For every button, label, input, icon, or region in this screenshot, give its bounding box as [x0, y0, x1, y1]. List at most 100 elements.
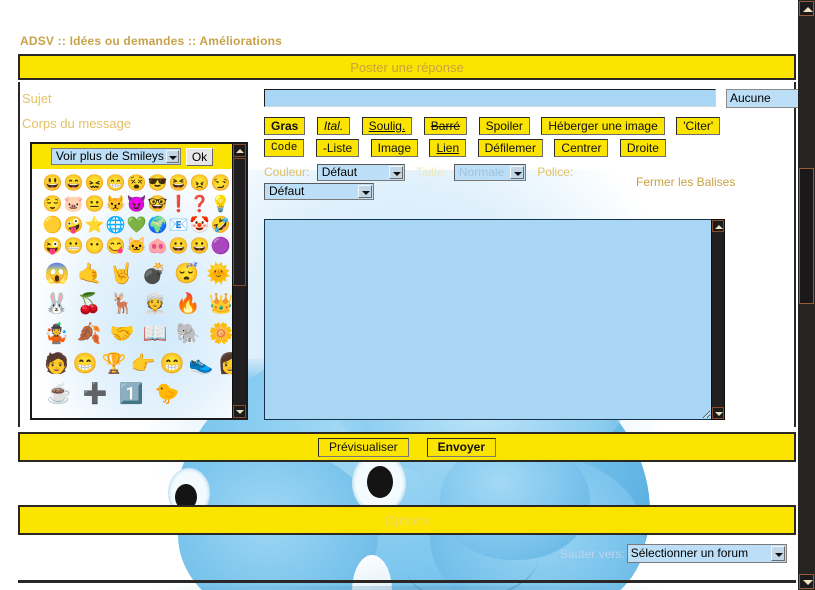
scroll-up-arrow-icon[interactable]: [233, 144, 246, 157]
smiley-icon[interactable]: 🌼: [209, 319, 232, 349]
bbcode-strike-button[interactable]: Barré: [423, 117, 468, 135]
bbcode-list-button[interactable]: -Liste: [315, 139, 360, 157]
smiley-icon[interactable]: 😁: [105, 173, 126, 194]
smiley-icon[interactable]: 😬: [63, 236, 84, 257]
smiley-icon[interactable]: 😵: [126, 173, 147, 194]
scrollbar-thumb[interactable]: [799, 168, 814, 304]
bbcode-center-button[interactable]: Centrer: [554, 139, 609, 157]
smiley-icon[interactable]: 😃: [42, 173, 63, 194]
smiley-icon[interactable]: 😠: [189, 173, 210, 194]
smiley-icon[interactable]: 🌐: [105, 215, 126, 236]
smiley-icon[interactable]: 😜: [42, 236, 63, 257]
preview-button[interactable]: Prévisualiser: [317, 437, 409, 457]
bbcode-marquee-button[interactable]: Défilemer: [477, 139, 543, 157]
smiley-icon[interactable]: 👑: [209, 289, 232, 319]
subject-input[interactable]: [264, 89, 716, 107]
bbcode-italic-button[interactable]: Ital.: [316, 117, 351, 135]
message-textarea-scrollbar[interactable]: [711, 219, 725, 420]
smiley-icon[interactable]: 🍒: [77, 289, 102, 319]
smiley-icon[interactable]: 🤡: [189, 215, 210, 236]
smiley-icon[interactable]: 🐰: [44, 289, 69, 319]
smiley-icon[interactable]: 👳: [143, 289, 168, 319]
smiley-icon[interactable]: 😁: [160, 349, 185, 379]
smiley-icon[interactable]: 😶: [84, 236, 105, 257]
more-smileys-select[interactable]: Voir plus de Smileys: [50, 148, 181, 165]
smiley-icon[interactable]: 😆: [168, 173, 189, 194]
smiley-icon[interactable]: 🍂: [77, 319, 102, 349]
color-select[interactable]: Défaut: [316, 164, 405, 181]
smiley-icon[interactable]: 😈: [126, 194, 147, 215]
submit-button[interactable]: Envoyer: [426, 437, 497, 457]
smiley-icon[interactable]: 😀: [189, 236, 210, 257]
bbcode-bold-button[interactable]: Gras: [264, 117, 306, 135]
smiley-icon[interactable]: 😏: [210, 173, 231, 194]
scroll-up-arrow-icon[interactable]: [712, 220, 724, 232]
scrollbar-thumb[interactable]: [233, 158, 246, 286]
smiley-icon[interactable]: 👟: [189, 349, 214, 379]
close-tags-link[interactable]: Fermer les Balises: [636, 175, 735, 189]
bbcode-spoiler-button[interactable]: Spoiler: [478, 117, 530, 135]
smiley-icon[interactable]: 😴: [173, 259, 199, 289]
smiley-icon[interactable]: ⭐: [84, 215, 105, 236]
smiley-icon[interactable]: 1️⃣: [116, 379, 146, 409]
smiley-icon[interactable]: 😌: [42, 194, 63, 215]
smiley-icon[interactable]: 😋: [105, 236, 126, 257]
smiley-icon[interactable]: ☕: [44, 379, 74, 409]
smiley-icon[interactable]: 👉: [131, 349, 156, 379]
smiley-icon[interactable]: 😐: [84, 194, 105, 215]
bbcode-link-button[interactable]: Lien: [429, 139, 467, 157]
smiley-icon[interactable]: 💣: [141, 259, 167, 289]
bbcode-code-button[interactable]: Code: [264, 139, 305, 157]
scroll-up-arrow-icon[interactable]: [799, 1, 814, 16]
smiley-icon[interactable]: 💡: [210, 194, 231, 215]
smiley-icon[interactable]: 🤘: [109, 259, 135, 289]
smiley-icon[interactable]: 🌞: [206, 259, 232, 289]
smiley-icon[interactable]: 🤣: [210, 215, 231, 236]
smiley-icon[interactable]: 🏆: [102, 349, 127, 379]
smiley-icon[interactable]: 🐷: [63, 194, 84, 215]
smiley-icon[interactable]: 🟡: [42, 215, 63, 236]
scroll-down-arrow-icon[interactable]: [799, 574, 814, 589]
bbcode-underline-button[interactable]: Soulig.: [361, 117, 413, 135]
smiley-icon[interactable]: 🐘: [176, 319, 201, 349]
smiley-ok-button[interactable]: Ok: [185, 147, 214, 166]
smiley-icon[interactable]: 😀: [168, 236, 189, 257]
smiley-icon[interactable]: 🐽: [147, 236, 168, 257]
breadcrumb-text[interactable]: ADSV :: Idées ou demandes :: Amélioratio…: [20, 34, 282, 48]
smiley-icon[interactable]: 😄: [63, 173, 84, 194]
jump-to-select[interactable]: Sélectionner un forum: [626, 544, 787, 563]
font-select[interactable]: Défaut: [264, 183, 374, 200]
window-scrollbar[interactable]: [798, 0, 815, 590]
scroll-down-arrow-icon[interactable]: [233, 405, 246, 418]
bbcode-quote-button[interactable]: 'Citer': [676, 117, 721, 135]
smiley-icon[interactable]: 🔥: [176, 289, 201, 319]
bbcode-image-button[interactable]: Image: [370, 139, 419, 157]
smiley-icon[interactable]: 🐱: [126, 236, 147, 257]
smiley-icon[interactable]: 😾: [105, 194, 126, 215]
smiley-icon[interactable]: ➕: [80, 379, 110, 409]
size-select[interactable]: Normale: [453, 164, 526, 181]
message-textarea[interactable]: [264, 219, 711, 420]
smiley-icon[interactable]: 🤝: [110, 319, 135, 349]
smiley-icon[interactable]: 🤹: [44, 319, 69, 349]
smiley-icon[interactable]: 👩: [217, 349, 232, 379]
smiley-icon[interactable]: ❓: [189, 194, 210, 215]
smiley-panel-scrollbar[interactable]: [232, 144, 246, 418]
smiley-icon[interactable]: 🟣: [210, 236, 231, 257]
smiley-icon[interactable]: 🤙: [76, 259, 102, 289]
smiley-icon[interactable]: 🦌: [110, 289, 135, 319]
smiley-icon[interactable]: 😎: [147, 173, 168, 194]
smiley-icon[interactable]: 📧: [168, 215, 189, 236]
smiley-icon[interactable]: 💚: [126, 215, 147, 236]
smiley-icon[interactable]: 😁: [73, 349, 98, 379]
smiley-icon[interactable]: 📖: [143, 319, 168, 349]
bbcode-host-image-button[interactable]: Héberger une image: [541, 117, 665, 135]
scroll-down-arrow-icon[interactable]: [712, 407, 724, 419]
smiley-icon[interactable]: 🧑: [44, 349, 69, 379]
smiley-icon[interactable]: 😖: [84, 173, 105, 194]
smiley-icon[interactable]: ❗: [168, 194, 189, 215]
smiley-icon[interactable]: 😱: [44, 259, 70, 289]
smiley-icon[interactable]: 🤓: [147, 194, 168, 215]
bbcode-right-button[interactable]: Droite: [619, 139, 666, 157]
smiley-icon[interactable]: 🌍: [147, 215, 168, 236]
